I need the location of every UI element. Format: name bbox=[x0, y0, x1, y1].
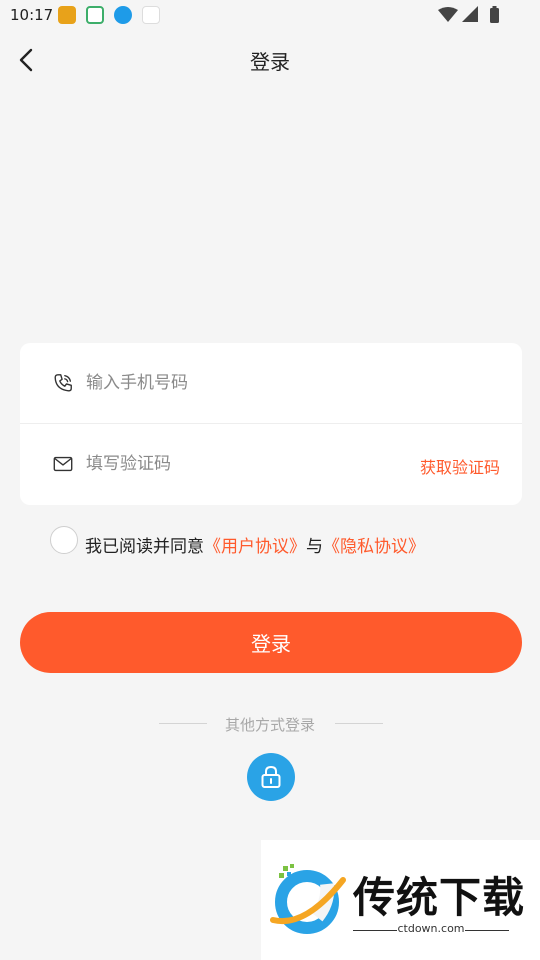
envelope-icon bbox=[53, 456, 73, 472]
watermark-overlay: 传统下载 ctdown.com bbox=[261, 840, 540, 960]
page-title: 登录 bbox=[250, 50, 290, 74]
privacy-policy-link[interactable]: 《隐私协议》 bbox=[323, 537, 425, 557]
agreement-prefix: 我已阅读并同意 bbox=[85, 537, 204, 557]
watermark-url: ctdown.com bbox=[397, 922, 465, 935]
ctdown-logo-icon bbox=[270, 864, 346, 934]
verification-code-input[interactable] bbox=[86, 448, 386, 480]
login-button[interactable]: 登录 bbox=[20, 612, 522, 673]
phone-icon bbox=[54, 374, 72, 392]
cellular-signal-icon bbox=[462, 6, 478, 22]
phone-row bbox=[20, 343, 522, 424]
code-row: 获取验证码 bbox=[20, 424, 522, 505]
watermark-line-right bbox=[465, 930, 509, 931]
app-notification-icon bbox=[58, 6, 76, 24]
download-app-icon bbox=[114, 6, 132, 24]
status-indicators bbox=[438, 6, 508, 30]
phone-input[interactable] bbox=[86, 367, 386, 399]
agreement-text: 我已阅读并同意《用户协议》与《隐私协议》 bbox=[85, 532, 425, 557]
watermark-title: 传统下载 bbox=[353, 873, 526, 922]
password-login-button[interactable] bbox=[247, 753, 295, 801]
app-notification-icon-2 bbox=[142, 6, 160, 24]
lock-icon bbox=[261, 765, 281, 788]
agreement-checkbox[interactable] bbox=[50, 526, 78, 554]
shield-app-icon bbox=[86, 6, 104, 24]
status-bar: 10:17 bbox=[0, 0, 540, 32]
user-agreement-link[interactable]: 《用户协议》 bbox=[204, 537, 306, 557]
wifi-icon bbox=[438, 7, 458, 22]
status-time: 10:17 bbox=[10, 6, 54, 24]
login-form-card: 获取验证码 bbox=[20, 343, 522, 505]
divider-right bbox=[335, 723, 383, 724]
top-app-bar: 登录 bbox=[0, 32, 540, 88]
other-login-label: 其他方式登录 bbox=[224, 716, 315, 734]
agreement-conjunction: 与 bbox=[306, 537, 323, 557]
get-code-button[interactable]: 获取验证码 bbox=[420, 454, 500, 478]
battery-icon bbox=[490, 8, 499, 23]
